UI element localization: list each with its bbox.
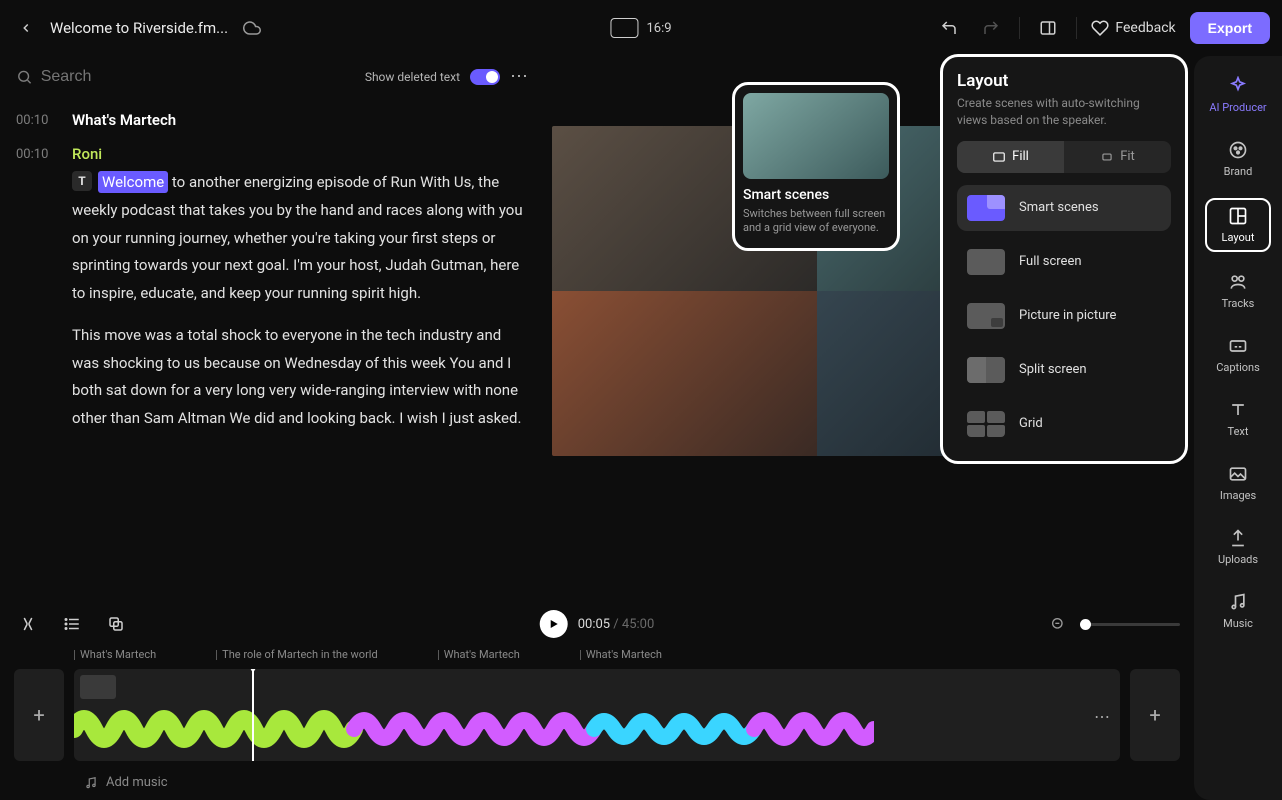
layout-option-label: Smart scenes xyxy=(1019,200,1099,215)
rail-label: AI Producer xyxy=(1209,101,1266,114)
copy-tool[interactable] xyxy=(102,610,130,638)
tooltip-title: Smart scenes xyxy=(743,187,889,203)
aspect-ratio-icon[interactable] xyxy=(610,18,638,38)
layout-option-split-screen[interactable]: Split screen xyxy=(957,347,1171,393)
layout-option-full-screen[interactable]: Full screen xyxy=(957,239,1171,285)
rail-brand[interactable]: Brand xyxy=(1205,134,1271,184)
zoom-slider[interactable] xyxy=(1080,623,1180,626)
rail-label: Captions xyxy=(1216,361,1260,374)
rail-images[interactable]: Images xyxy=(1205,458,1271,508)
waveform xyxy=(74,705,874,753)
audio-track[interactable]: ⋯ xyxy=(74,669,1120,761)
participant-video[interactable] xyxy=(552,291,817,456)
rail-text[interactable]: Text xyxy=(1205,394,1271,444)
add-music-button[interactable]: Add music xyxy=(74,769,178,796)
rail-layout[interactable]: Layout xyxy=(1205,198,1271,252)
rail-captions[interactable]: Captions xyxy=(1205,330,1271,380)
speaker-name[interactable]: Roni xyxy=(72,145,528,163)
rail-ai-producer[interactable]: AI Producer xyxy=(1205,70,1271,120)
rail-label: Images xyxy=(1220,489,1256,502)
chapters-tool[interactable] xyxy=(58,610,86,638)
project-title: Welcome to Riverside.fm... xyxy=(50,19,228,37)
add-track-right-button[interactable]: + xyxy=(1130,669,1180,761)
layout-option-label: Picture in picture xyxy=(1019,308,1116,323)
section-time: 00:10 xyxy=(16,111,56,129)
undo-button[interactable] xyxy=(935,14,963,42)
show-deleted-label: Show deleted text xyxy=(365,70,460,84)
fill-label: Fill xyxy=(1012,149,1029,164)
add-track-left-button[interactable]: + xyxy=(14,669,64,761)
layout-option-label: Grid xyxy=(1019,416,1043,431)
rail-label: Brand xyxy=(1224,165,1253,178)
add-music-label: Add music xyxy=(106,775,168,790)
chapter-label[interactable]: What's Martech xyxy=(580,648,662,661)
play-button[interactable] xyxy=(540,610,568,638)
transcript-more-button[interactable]: ⋯ xyxy=(510,66,528,87)
tooltip-desc: Switches between full screen and a grid … xyxy=(743,207,889,236)
highlighted-word[interactable]: Welcome xyxy=(98,171,168,193)
playhead[interactable] xyxy=(252,669,254,761)
split-tool[interactable] xyxy=(14,610,42,638)
rail-music[interactable]: Music xyxy=(1205,586,1271,636)
layout-panel: Layout Create scenes with auto-switching… xyxy=(940,54,1188,464)
export-button[interactable]: Export xyxy=(1190,12,1270,44)
layout-option-smart-scenes[interactable]: Smart scenes xyxy=(957,185,1171,231)
chapter-label[interactable]: What's Martech xyxy=(438,648,520,661)
rail-label: Text xyxy=(1228,425,1249,438)
show-deleted-toggle[interactable] xyxy=(470,69,500,85)
feedback-button[interactable]: Feedback xyxy=(1091,19,1175,37)
chapter-label[interactable]: The role of Martech in the world xyxy=(216,648,378,661)
aspect-ratio-label: 16:9 xyxy=(646,21,671,36)
layout-thumb-icon xyxy=(967,249,1005,275)
chapter-label[interactable]: What's Martech xyxy=(74,648,156,661)
layout-thumb-icon xyxy=(967,357,1005,383)
divider xyxy=(1019,17,1020,39)
layout-option-label: Split screen xyxy=(1019,362,1087,377)
fit-label: Fit xyxy=(1120,149,1135,164)
layout-thumb-icon xyxy=(967,303,1005,329)
track-more-button[interactable]: ⋯ xyxy=(1094,707,1110,726)
cloud-sync-icon[interactable] xyxy=(238,14,266,42)
panel-toggle-icon[interactable] xyxy=(1034,14,1062,42)
search-input[interactable] xyxy=(41,68,355,86)
section-title[interactable]: What's Martech xyxy=(72,111,176,129)
tooltip-thumbnail xyxy=(743,93,889,179)
rail-tracks[interactable]: Tracks xyxy=(1205,266,1271,316)
duration-time: 45:00 xyxy=(622,617,654,632)
rail-label: Tracks xyxy=(1222,297,1255,310)
layout-panel-desc: Create scenes with auto-switching views … xyxy=(957,95,1171,129)
layout-thumb-icon xyxy=(967,195,1005,221)
layout-thumb-icon xyxy=(967,411,1005,437)
feedback-label: Feedback xyxy=(1115,20,1175,36)
back-button[interactable] xyxy=(12,14,40,42)
playhead-time: 00:05 / 45:00 xyxy=(578,617,655,632)
fill-button[interactable]: Fill xyxy=(957,141,1064,173)
layout-option-grid[interactable]: Grid xyxy=(957,401,1171,447)
zoom-out-button[interactable] xyxy=(1044,610,1072,638)
text-marker-icon: T xyxy=(72,171,92,191)
redo-button[interactable] xyxy=(977,14,1005,42)
rail-label: Layout xyxy=(1222,231,1255,244)
current-time: 00:05 xyxy=(578,617,610,632)
transcript-paragraph[interactable]: This move was a total shock to everyone … xyxy=(72,322,528,433)
chapter-markers: What's Martech The role of Martech in th… xyxy=(14,648,1180,661)
layout-panel-title: Layout xyxy=(957,71,1171,91)
layout-option-label: Full screen xyxy=(1019,254,1082,269)
transcript-paragraph[interactable]: TWelcome to another energizing episode o… xyxy=(72,169,528,308)
rail-label: Music xyxy=(1223,617,1253,630)
divider xyxy=(1076,17,1077,39)
rail-label: Uploads xyxy=(1218,553,1258,566)
search-icon xyxy=(16,68,33,86)
video-clip-thumb[interactable] xyxy=(80,675,116,699)
rail-uploads[interactable]: Uploads xyxy=(1205,522,1271,572)
smart-scenes-tooltip: Smart scenes Switches between full scree… xyxy=(732,82,900,251)
layout-option-pip[interactable]: Picture in picture xyxy=(957,293,1171,339)
speaker-time: 00:10 xyxy=(16,145,56,433)
fit-button[interactable]: Fit xyxy=(1064,141,1171,173)
